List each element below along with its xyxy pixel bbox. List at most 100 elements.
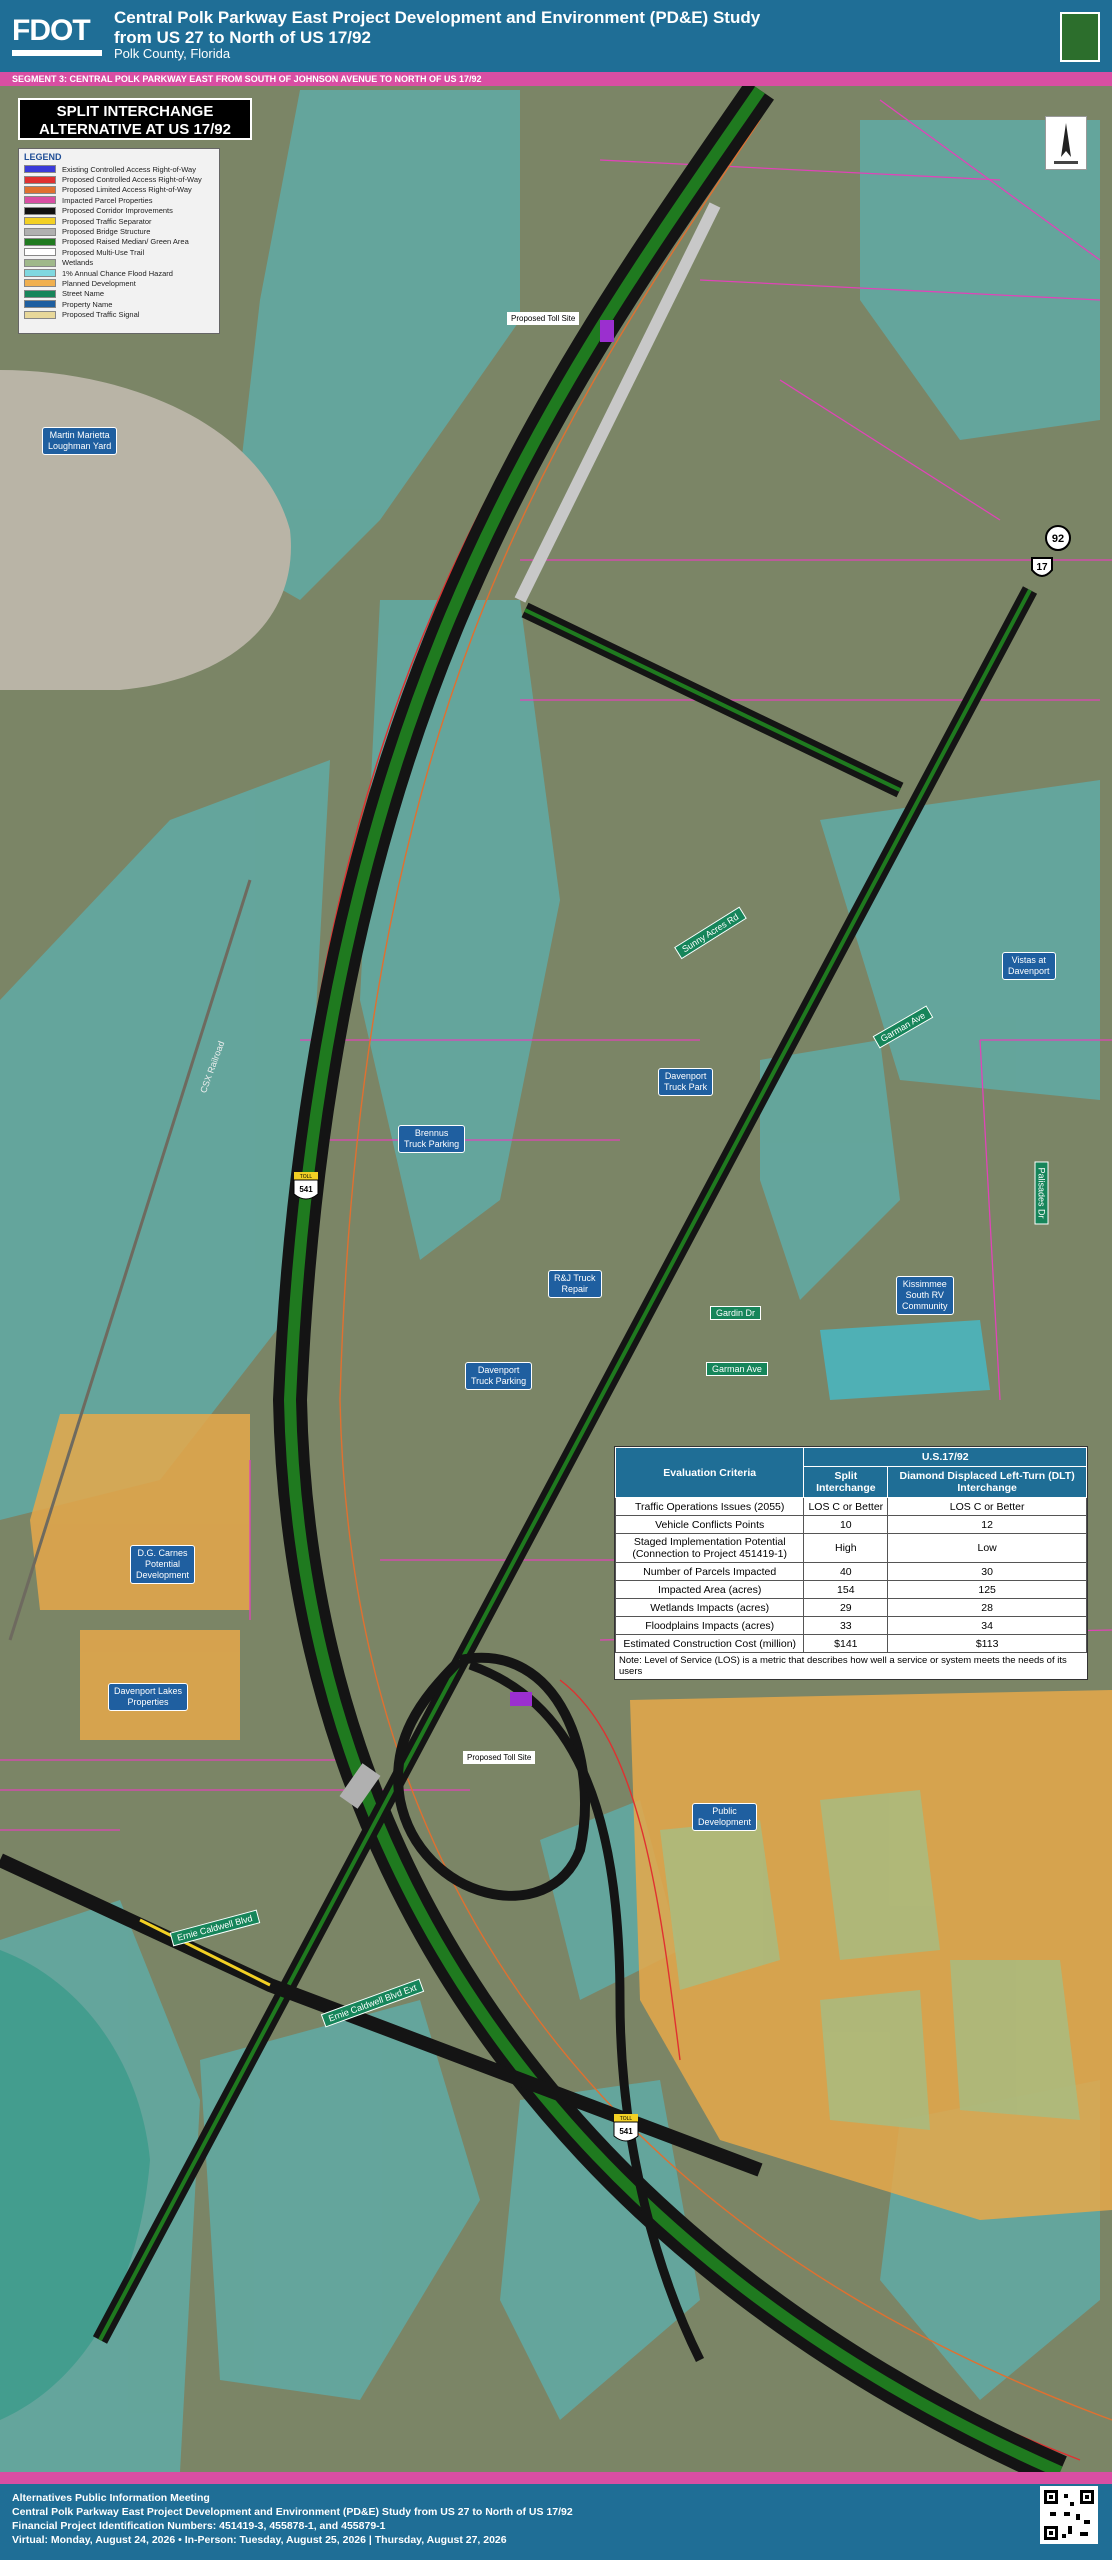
footer-line-3: Financial Project Identification Numbers… xyxy=(12,2520,386,2532)
table-cell-split: 29 xyxy=(803,1598,889,1617)
legend-item: Street Name xyxy=(19,289,219,299)
property-label-vistas: Vistas at Davenport xyxy=(1002,952,1056,980)
table-cell-dlt: Low xyxy=(887,1533,1087,1563)
table-cell-criteria: Wetlands Impacts (acres) xyxy=(614,1598,805,1617)
legend-swatch xyxy=(24,310,56,319)
legend-swatch xyxy=(24,258,56,267)
title-line-1: Central Polk Parkway East Project Develo… xyxy=(114,8,761,27)
legend-swatch xyxy=(24,175,56,184)
property-label-public-development: Public Development xyxy=(692,1803,758,1831)
us-92-shield-icon: 92 xyxy=(1044,524,1072,556)
col-criteria: Evaluation Criteria xyxy=(614,1447,805,1498)
footer-bar: Alternatives Public Information Meeting … xyxy=(0,2472,1112,2560)
table-row: Wetlands Impacts (acres) 29 28 xyxy=(614,1598,1087,1617)
legend-swatch xyxy=(24,248,56,257)
table-cell-split: 33 xyxy=(803,1616,889,1635)
title-line-2: from US 27 to North of US 17/92 xyxy=(114,28,371,47)
legend-label: Proposed Multi-Use Trail xyxy=(62,247,145,257)
table-cell-dlt: $113 xyxy=(887,1634,1087,1653)
legend-item: Proposed Bridge Structure xyxy=(19,226,219,236)
table-row: Estimated Construction Cost (million) $14… xyxy=(614,1634,1087,1653)
property-label-davenport-truck-parking: Davenport Truck Parking xyxy=(465,1362,533,1390)
table-cell-split: 10 xyxy=(803,1515,889,1534)
legend-item: Proposed Multi-Use Trail xyxy=(19,247,219,257)
legend-label: Proposed Controlled Access Right-of-Way xyxy=(62,175,202,185)
legend-rows: Existing Controlled Access Right-of-Way P… xyxy=(19,164,219,320)
toll-541-shield-icon: TOLL 541 xyxy=(292,1172,320,1204)
table-cell-criteria: Staged Implementation Potential (Connect… xyxy=(614,1533,805,1563)
toll-site-north xyxy=(600,320,614,342)
svg-text:TOLL: TOLL xyxy=(620,2116,633,2122)
table-cell-split: 40 xyxy=(803,1562,889,1581)
table-body: Traffic Operations Issues (2055) LOS C or… xyxy=(614,1497,1087,1653)
legend-swatch xyxy=(24,269,56,278)
group-header: U.S.17/92 xyxy=(803,1447,1087,1467)
legend-swatch xyxy=(24,185,56,194)
legend-label: Planned Development xyxy=(62,278,136,288)
table-row: Number of Parcels Impacted 40 30 xyxy=(614,1562,1087,1581)
svg-text:17: 17 xyxy=(1036,562,1048,573)
table-cell-criteria: Impacted Area (acres) xyxy=(614,1580,805,1599)
table-cell-dlt: LOS C or Better xyxy=(887,1497,1087,1516)
map-area[interactable]: SPLIT INTERCHANGE ALTERNATIVE AT US 17/9… xyxy=(0,86,1112,2472)
legend-swatch xyxy=(24,217,56,226)
footer-line-2: Central Polk Parkway East Project Develo… xyxy=(12,2506,573,2518)
table-cell-split: $141 xyxy=(803,1634,889,1653)
north-arrow-icon xyxy=(1045,116,1087,170)
legend-item: Proposed Controlled Access Right-of-Way xyxy=(19,174,219,184)
table-cell-criteria: Floodplains Impacts (acres) xyxy=(614,1616,805,1635)
legend-swatch xyxy=(24,227,56,236)
property-label-kissimmee: Kissimmee South RV Community xyxy=(896,1276,954,1315)
table-row: Impacted Area (acres) 154 125 xyxy=(614,1580,1087,1599)
legend-label: Existing Controlled Access Right-of-Way xyxy=(62,164,196,174)
toll-site-south xyxy=(510,1692,532,1706)
property-label-rj-truck-repair: R&J Truck Repair xyxy=(548,1270,602,1298)
table-cell-dlt: 12 xyxy=(887,1515,1087,1534)
table-cell-split: High xyxy=(803,1533,889,1563)
table-cell-criteria: Number of Parcels Impacted xyxy=(614,1562,805,1581)
shield-toll-text: TOLL xyxy=(300,1174,313,1180)
legend-label: Property Name xyxy=(62,299,113,309)
legend-label: 1% Annual Chance Flood Hazard xyxy=(62,268,173,278)
property-label-dg-carnes: D.G. Carnes Potential Development xyxy=(130,1545,196,1584)
street-label-garman-2: Garman Ave xyxy=(706,1362,768,1376)
svg-text:541: 541 xyxy=(299,1185,313,1194)
table-cell-criteria: Estimated Construction Cost (million) xyxy=(614,1634,805,1653)
table-cell-dlt: 30 xyxy=(887,1562,1087,1581)
toll-541-shield-icon-2: TOLL 541 xyxy=(612,2114,640,2146)
legend-label: Impacted Parcel Properties xyxy=(62,195,153,205)
legend-item: Proposed Raised Median/ Green Area xyxy=(19,237,219,247)
logo-underline xyxy=(12,50,102,56)
legend-swatch xyxy=(24,289,56,298)
legend-label: Wetlands xyxy=(62,258,94,268)
qr-code-icon[interactable] xyxy=(1040,2486,1098,2544)
col-split: Split Interchange xyxy=(803,1466,889,1498)
street-label-palisades: Palisades Dr xyxy=(1034,1161,1049,1225)
pond xyxy=(820,1320,990,1400)
street-label-gardin: Gardin Dr xyxy=(710,1306,762,1320)
page-title: Central Polk Parkway East Project Develo… xyxy=(114,8,760,48)
legend-item: Proposed Traffic Signal xyxy=(19,309,219,319)
legend-item: Property Name xyxy=(19,299,219,309)
legend-item: Proposed Traffic Separator xyxy=(19,216,219,226)
fdot-logo: FDOT xyxy=(12,14,91,47)
legend-item: Existing Controlled Access Right-of-Way xyxy=(19,164,219,174)
legend-item: Proposed Limited Access Right-of-Way xyxy=(19,185,219,195)
legend-title: LEGEND xyxy=(24,152,62,162)
table-cell-split: LOS C or Better xyxy=(803,1497,889,1516)
legend-swatch xyxy=(24,300,56,309)
legend-label: Street Name xyxy=(62,289,105,299)
toll-label-north: Proposed Toll Site xyxy=(507,312,580,325)
page-subtitle: Polk County, Florida xyxy=(114,46,231,61)
footer-line-4: Virtual: Monday, August 24, 2026 • In-Pe… xyxy=(12,2534,507,2546)
table-cell-split: 154 xyxy=(803,1580,889,1599)
legend-item: 1% Annual Chance Flood Hazard xyxy=(19,268,219,278)
table-row: Vehicle Conflicts Points 10 12 xyxy=(614,1515,1087,1534)
col-dlt: Diamond Displaced Left-Turn (DLT) Interc… xyxy=(887,1466,1087,1498)
legend-item: Proposed Corridor Improvements xyxy=(19,206,219,216)
evaluation-table: Evaluation Criteria U.S.17/92 Split Inte… xyxy=(614,1446,1088,1680)
table-row: Staged Implementation Potential (Connect… xyxy=(614,1533,1087,1563)
legend-label: Proposed Traffic Separator xyxy=(62,216,152,226)
svg-text:92: 92 xyxy=(1052,533,1064,545)
legend-item: Planned Development xyxy=(19,278,219,288)
